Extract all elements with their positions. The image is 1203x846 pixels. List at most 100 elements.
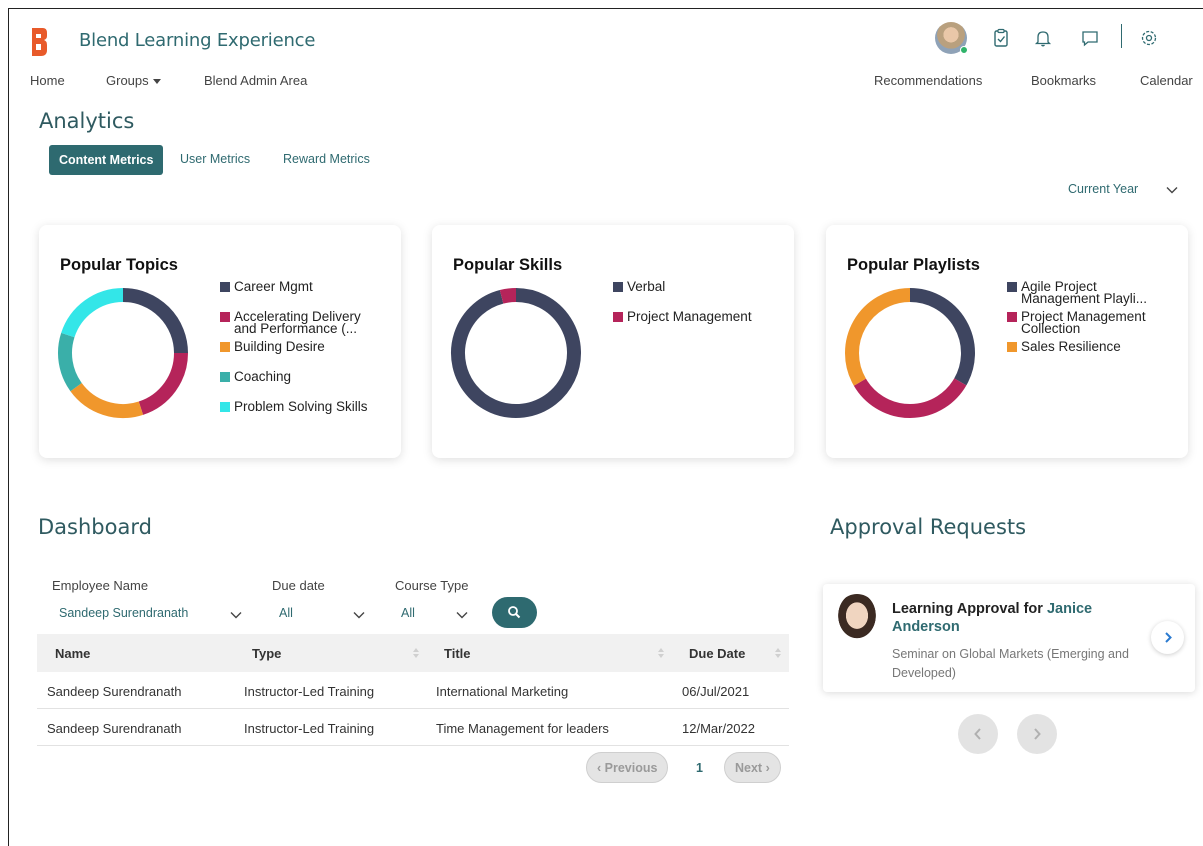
employee-name-select[interactable]: Sandeep Surendranath: [59, 606, 188, 620]
due-date-select[interactable]: All: [279, 606, 293, 620]
donut-chart[interactable]: [840, 283, 980, 423]
previous-button[interactable]: ‹ Previous: [586, 752, 669, 783]
nav-home[interactable]: Home: [30, 73, 65, 88]
search-button[interactable]: [492, 597, 537, 628]
sort-icon[interactable]: [412, 646, 420, 660]
legend-item[interactable]: Building Desire: [220, 339, 390, 354]
cell-type: Instructor-Led Training: [244, 721, 375, 736]
nav-admin-area[interactable]: Blend Admin Area: [204, 73, 307, 88]
cell-title: International Marketing: [436, 684, 569, 699]
tab-reward-metrics[interactable]: Reward Metrics: [283, 152, 370, 166]
table-row[interactable]: Sandeep Surendranath Instructor-Led Trai…: [37, 709, 789, 746]
legend-swatch: [220, 402, 230, 412]
card-popular-playlists: Popular Playlists Agile Project Managemen…: [826, 225, 1188, 458]
legend-item[interactable]: Project Management: [613, 310, 783, 323]
donut-slice[interactable]: [122, 288, 188, 354]
legend-swatch: [1007, 282, 1017, 292]
column-header-type[interactable]: Type: [252, 646, 281, 661]
nav-bookmarks[interactable]: Bookmarks: [1031, 73, 1096, 88]
cell-due-date: 06/Jul/2021: [682, 684, 750, 699]
donut-slice[interactable]: [70, 382, 144, 418]
legend-item[interactable]: Coaching: [220, 370, 390, 383]
nav-calendar[interactable]: Calendar: [1140, 73, 1193, 88]
dashboard-heading: Dashboard: [38, 515, 152, 539]
due-date-label: Due date: [272, 578, 325, 593]
chat-icon[interactable]: [1079, 27, 1101, 49]
approval-requests-heading: Approval Requests: [830, 515, 1027, 539]
nav-recommendations[interactable]: Recommendations: [874, 73, 982, 88]
donut-slice[interactable]: [451, 288, 581, 418]
chevron-down-icon[interactable]: [352, 608, 366, 622]
page-number[interactable]: 1: [696, 761, 703, 775]
legend-swatch: [220, 342, 230, 352]
donut-slice[interactable]: [853, 378, 967, 418]
legend-item[interactable]: Project Management Collection: [1007, 310, 1177, 335]
carousel-next-button[interactable]: [1017, 714, 1057, 754]
legend-item[interactable]: Accelerating Delivery and Performance (..…: [220, 310, 390, 335]
course-type-select[interactable]: All: [401, 606, 415, 620]
chart-legend: Agile Project Management Playli... Projec…: [1007, 280, 1177, 354]
legend-item[interactable]: Verbal: [613, 280, 783, 293]
online-status-dot: [960, 46, 968, 54]
clipboard-icon[interactable]: [990, 27, 1012, 49]
approval-description: Seminar on Global Markets (Emerging and …: [892, 647, 1129, 680]
sort-icon[interactable]: [774, 646, 782, 660]
nav-groups[interactable]: Groups: [106, 73, 161, 88]
gear-icon[interactable]: [1138, 27, 1160, 49]
card-title: Popular Playlists: [847, 256, 980, 274]
card-popular-topics: Popular Topics Career Mgmt Accelerating …: [39, 225, 401, 458]
legend-label: Career Mgmt: [234, 279, 313, 294]
approval-open-button[interactable]: [1151, 621, 1184, 654]
course-type-label: Course Type: [395, 578, 469, 593]
legend-label: Building Desire: [234, 339, 325, 354]
legend-swatch: [613, 312, 623, 322]
column-header-due-date[interactable]: Due Date: [689, 646, 745, 661]
approval-card[interactable]: Learning Approval for Janice Anderson Se…: [823, 584, 1195, 692]
bell-icon[interactable]: [1032, 27, 1054, 49]
next-button[interactable]: Next ›: [724, 752, 781, 783]
donut-chart[interactable]: [53, 283, 193, 423]
chevron-right-icon: [1034, 728, 1041, 740]
chevron-down-icon[interactable]: [1165, 183, 1179, 197]
employee-name-label: Employee Name: [52, 578, 149, 593]
previous-label: Previous: [604, 761, 658, 775]
donut-slice[interactable]: [909, 288, 975, 386]
donut-slice[interactable]: [61, 288, 124, 338]
column-header-title[interactable]: Title: [444, 646, 471, 661]
legend-swatch: [1007, 342, 1017, 352]
legend-label: Problem Solving Skills: [234, 399, 368, 414]
tab-content-metrics[interactable]: Content Metrics: [49, 145, 164, 175]
donut-slice[interactable]: [845, 288, 911, 386]
chevron-left-icon: [974, 728, 981, 740]
donut-slice[interactable]: [138, 352, 188, 415]
period-select[interactable]: Current Year: [1068, 182, 1138, 196]
nav-groups-label: Groups: [106, 73, 149, 88]
legend-label-cont: Management Playli...: [1021, 291, 1148, 306]
legend-label: Sales Resilience: [1021, 339, 1121, 354]
table-row[interactable]: Sandeep Surendranath Instructor-Led Trai…: [37, 672, 789, 709]
header-divider: [1121, 24, 1122, 48]
column-header-name[interactable]: Name: [55, 646, 90, 661]
analytics-heading: Analytics: [39, 109, 135, 133]
legend-item[interactable]: Career Mgmt: [220, 279, 390, 294]
chevron-down-icon[interactable]: [229, 608, 243, 622]
sort-icon[interactable]: [657, 646, 665, 660]
chart-legend: Career Mgmt Accelerating Delivery and Per…: [220, 279, 390, 414]
user-avatar[interactable]: [935, 22, 968, 54]
requester-avatar: [835, 594, 879, 642]
legend-item[interactable]: Sales Resilience: [1007, 339, 1177, 354]
approval-title-prefix: Learning Approval for: [892, 601, 1043, 617]
dashboard-table: Name Type Title Due Date Sandeep Surendr…: [37, 634, 789, 746]
cell-type: Instructor-Led Training: [244, 684, 375, 699]
donut-slice[interactable]: [58, 332, 82, 392]
donut-chart[interactable]: [446, 283, 586, 423]
app-title[interactable]: Blend Learning Experience: [79, 30, 315, 51]
carousel-prev-button[interactable]: [958, 714, 998, 754]
blend-logo[interactable]: [30, 26, 48, 58]
donut-slice[interactable]: [499, 288, 517, 304]
legend-item[interactable]: Agile Project Management Playli...: [1007, 280, 1177, 306]
chevron-down-icon[interactable]: [455, 608, 469, 622]
tab-user-metrics[interactable]: User Metrics: [180, 152, 250, 166]
legend-item[interactable]: Problem Solving Skills: [220, 399, 390, 414]
table-header: Name Type Title Due Date: [37, 634, 789, 672]
